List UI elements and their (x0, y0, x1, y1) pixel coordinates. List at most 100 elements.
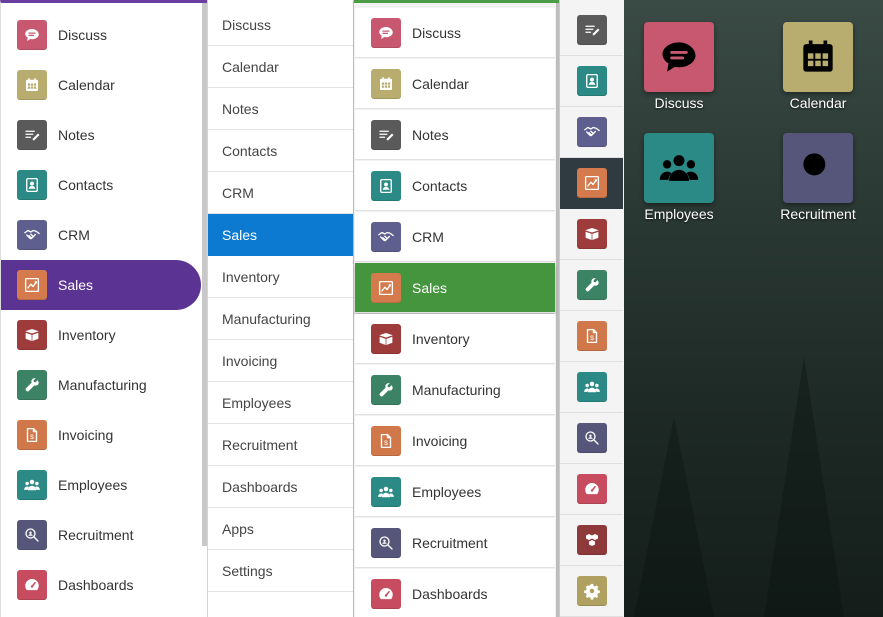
menu-item-crm[interactable]: CRM (355, 212, 555, 262)
menu-item-contacts[interactable]: Contacts (208, 130, 353, 172)
app-tile-label: Employees (644, 206, 714, 222)
rail-item-invoice[interactable]: $ (560, 311, 623, 362)
menu-item-employees[interactable]: Employees (355, 467, 555, 517)
menu-item-calendar[interactable]: Calendar (208, 46, 353, 88)
menu-item-employees[interactable]: Employees (208, 382, 353, 424)
menu-item-apps[interactable]: Apps (208, 508, 353, 550)
chart-icon (371, 272, 401, 303)
menu-item-dashboards[interactable]: Dashboards (208, 466, 353, 508)
handshake-icon (371, 221, 401, 252)
rail-item-gauge[interactable] (560, 464, 623, 515)
menu-item-invoicing[interactable]: $ Invoicing (1, 410, 201, 460)
menu-item-notes[interactable]: Notes (1, 110, 201, 160)
menu-item-label: Dashboards (58, 577, 134, 593)
rail-item-apps[interactable] (560, 515, 623, 566)
menu-item-contacts[interactable]: Contacts (1, 160, 201, 210)
menu-item-label: Recruitment (412, 534, 488, 551)
menu-item-discuss[interactable]: Discuss (208, 4, 353, 46)
discuss-icon (371, 17, 401, 48)
wrench-icon (371, 374, 401, 405)
menu-item-label: Inventory (412, 330, 470, 347)
app-menu-green: Discuss Calendar Notes Contacts CRM Sales Inve… (354, 0, 559, 617)
menu-item-label: Sales (58, 277, 94, 293)
menu-item-label: Sales (412, 279, 448, 296)
menu-item-crm[interactable]: CRM (208, 172, 353, 214)
background-tree (634, 417, 714, 617)
box-icon (17, 320, 47, 350)
menu-item-sales[interactable]: Sales (208, 214, 353, 256)
menu-item-label: Dashboards (412, 585, 488, 602)
menu-item-manufacturing[interactable]: Manufacturing (355, 365, 555, 415)
svg-text:$: $ (590, 335, 594, 342)
rail-item-people[interactable] (560, 362, 623, 413)
menu-item-employees[interactable]: Employees (1, 460, 201, 510)
menu-item-label: Manufacturing (412, 381, 501, 398)
menu-item-discuss[interactable]: Discuss (1, 10, 201, 60)
menu-item-label: Invoicing (58, 427, 114, 443)
contacts-icon (17, 170, 47, 200)
menu-item-inventory[interactable]: Inventory (208, 256, 353, 298)
rail-item-wrench[interactable] (560, 260, 623, 311)
people-icon (576, 372, 607, 402)
contacts-icon (371, 170, 401, 201)
magnifier-icon (17, 520, 47, 550)
svg-text:$: $ (30, 434, 34, 441)
gauge-icon (17, 570, 47, 600)
contacts-icon (576, 66, 607, 96)
menu-item-label: Employees (58, 477, 128, 493)
menu-item-crm[interactable]: CRM (1, 210, 201, 260)
menu-item-recruitment[interactable]: Recruitment (208, 424, 353, 466)
menu-item-settings[interactable]: Settings (208, 550, 353, 592)
rail-item-handshake[interactable] (560, 107, 623, 158)
menu-item-contacts[interactable]: Contacts (355, 161, 555, 211)
menu-item-sales[interactable]: Sales (355, 263, 555, 313)
rail-item-gear[interactable] (560, 566, 623, 617)
wrench-icon (576, 270, 607, 300)
menu-item-dashboards[interactable]: Dashboards (1, 560, 201, 610)
menu-item-inventory[interactable]: Inventory (355, 314, 555, 364)
rail-item-chart[interactable] (560, 158, 623, 209)
menu-item-label: Invoicing (412, 432, 468, 449)
chart-icon (17, 270, 47, 300)
rail-item-box[interactable] (560, 209, 623, 260)
calendar-icon (17, 70, 47, 100)
menu-item-calendar[interactable]: Calendar (355, 59, 555, 109)
gauge-icon (576, 474, 607, 504)
menu-item-label: Notes (58, 127, 95, 143)
people-icon (644, 133, 714, 203)
menu-item-dashboards[interactable]: Dashboards (355, 569, 555, 617)
box-icon (371, 323, 401, 354)
menu-item-manufacturing[interactable]: Manufacturing (208, 298, 353, 340)
menu-item-discuss[interactable]: Discuss (355, 8, 555, 58)
handshake-icon (576, 117, 607, 147)
discuss-icon (644, 22, 714, 92)
menu-item-label: Contacts (412, 177, 468, 194)
menu-item-invoicing[interactable]: $ Invoicing (355, 416, 555, 466)
menu-item-recruitment[interactable]: Recruitment (1, 510, 201, 560)
menu-item-label: CRM (412, 228, 444, 245)
menu-item-notes[interactable]: Notes (208, 88, 353, 130)
app-tile-employees[interactable]: Employees (624, 133, 734, 222)
menu-item-invoicing[interactable]: Invoicing (208, 340, 353, 382)
menu-item-label: CRM (58, 227, 90, 243)
rail-item-notes[interactable] (560, 5, 623, 56)
menu-item-inventory[interactable]: Inventory (1, 310, 201, 360)
app-tile-label: Calendar (789, 95, 847, 111)
menu-item-notes[interactable]: Notes (355, 110, 555, 160)
calendar-icon (371, 68, 401, 99)
rail-item-magnifier[interactable] (560, 413, 623, 464)
background-tree (764, 357, 844, 617)
menu-item-recruitment[interactable]: Recruitment (355, 518, 555, 568)
app-tile-calendar[interactable]: Calendar (763, 22, 873, 111)
invoice-icon: $ (576, 321, 607, 351)
menu-item-sales[interactable]: Sales (1, 260, 201, 310)
app-tile-discuss[interactable]: Discuss (624, 22, 734, 111)
rail-item-contacts[interactable] (560, 56, 623, 107)
magnifier-icon (783, 133, 853, 203)
menu-item-manufacturing[interactable]: Manufacturing (1, 360, 201, 410)
app-menu-purple: Discuss Calendar Notes Contacts CRM Sales Inve… (0, 0, 207, 617)
app-tile-recruitment[interactable]: Recruitment (763, 133, 873, 222)
discuss-icon (17, 20, 47, 50)
menu-item-calendar[interactable]: Calendar (1, 60, 201, 110)
notes-icon (371, 119, 401, 150)
